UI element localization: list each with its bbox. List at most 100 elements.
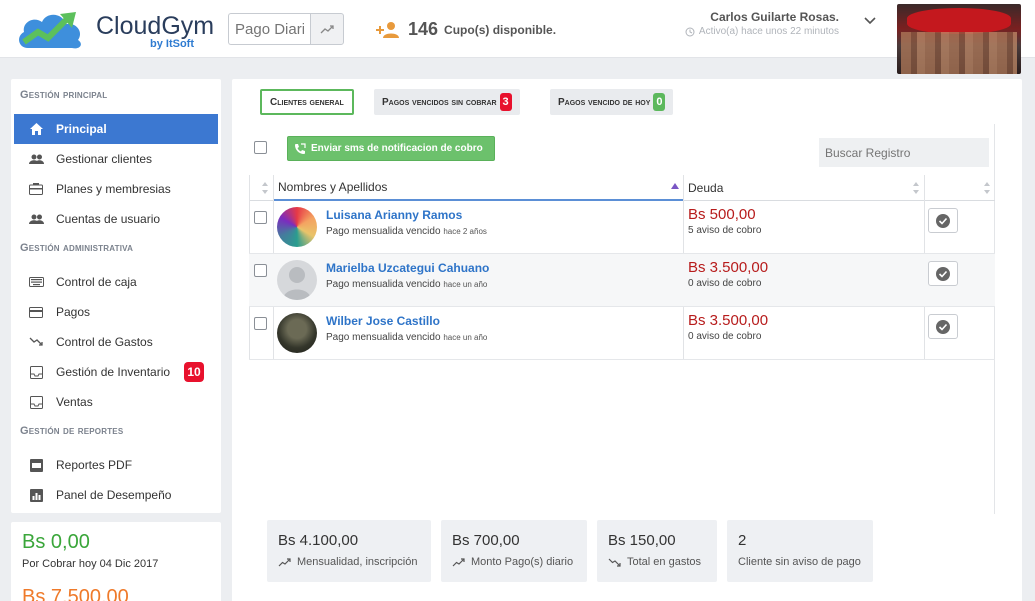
check-circle-icon [936, 213, 950, 228]
sidebar-item-inventario[interactable]: Gestión de Inventario 10 [14, 357, 218, 387]
table-row[interactable]: Luisana Arianny Ramos Pago mensualida ve… [249, 201, 995, 254]
stat-value: 2 [738, 532, 747, 549]
sidebar-item-label: Gestión de Inventario [56, 365, 171, 379]
brand-logo[interactable]: CloudGym by ItSoft [14, 4, 214, 52]
header-nombres[interactable]: Nombres y Apellidos [273, 175, 683, 201]
debt-amount: Bs 500,00 [688, 206, 756, 223]
pago-search-input[interactable] [228, 13, 310, 45]
section-title-principal: Gestión principal [20, 89, 108, 101]
user-name[interactable]: Carlos Guilarte Rosas. [710, 10, 839, 24]
status-text: Pago mensualida vencido [326, 279, 441, 290]
trend-up-icon [278, 557, 291, 566]
notice-count: 0 aviso de cobro [688, 331, 762, 342]
status-text: Pago mensualida vencido [326, 226, 441, 237]
sidebar-item-pagos[interactable]: Pagos [14, 297, 218, 327]
stat-label: Cliente sin aviso de pago [738, 556, 861, 568]
sidebar-item-label: Control de Gastos [56, 335, 153, 349]
sort-icon [913, 182, 919, 194]
send-sms-button[interactable]: Enviar sms de notificacion de cobro [287, 136, 495, 161]
status-text: Pago mensualida vencido [326, 332, 441, 343]
client-name[interactable]: Marielba Uzcategui Cahuano [326, 261, 489, 275]
por-cobrar-label: Por Cobrar hoy 04 Dic 2017 [22, 558, 159, 570]
header-actions[interactable] [924, 175, 995, 201]
section-title-admin: Gestión administrativa [20, 242, 134, 254]
row-checkbox[interactable] [254, 317, 267, 330]
sidebar-item-label: Panel de Desempeño [56, 488, 172, 502]
search-button[interactable] [310, 13, 344, 45]
stat-pago-diario: Bs 700,00 Monto Pago(s) diario [441, 520, 587, 582]
top-header: CloudGym by ItSoft 146 Cupo(s) disponibl… [0, 0, 1035, 74]
sidebar-item-label: Cuentas de usuario [56, 212, 161, 226]
notice-count: 0 aviso de cobro [688, 278, 762, 289]
tab-pagos-hoy[interactable]: Pagos vencido de hoy 0 [550, 89, 674, 115]
trend-up-icon [320, 25, 334, 34]
gym-profile-photo[interactable] [897, 4, 1021, 74]
notice-count: 5 aviso de cobro [688, 225, 762, 236]
confirm-payment-button[interactable] [928, 314, 958, 339]
row-checkbox[interactable] [254, 211, 267, 224]
stat-sin-aviso: 2 Cliente sin aviso de pago [727, 520, 873, 582]
status-ago: hace un año [443, 280, 488, 289]
sidebar-item-panel-desempeno[interactable]: Panel de Desempeño [14, 480, 218, 510]
sidebar-item-control-gastos[interactable]: Control de Gastos [14, 327, 218, 357]
column-header: Deuda [688, 180, 724, 195]
tab-pagos-vencidos[interactable]: Pagos vencidos sin cobrar 3 [374, 89, 520, 115]
buscar-registro-input[interactable] [819, 138, 989, 167]
inbox-icon [28, 364, 44, 380]
sidebar-item-principal[interactable]: Principal [14, 114, 218, 144]
check-circle-icon [936, 266, 950, 281]
chevron-down-icon[interactable] [862, 12, 878, 28]
row-checkbox[interactable] [254, 264, 267, 277]
select-all-checkbox[interactable] [254, 141, 267, 154]
send-sms-label: Enviar sms de notificacion de cobro [311, 143, 483, 154]
second-summary-value: Bs 7.500,00 [22, 586, 129, 601]
sidebar-item-planes[interactable]: Planes y membresias [14, 174, 218, 204]
sort-icon [984, 182, 990, 194]
keyboard-icon [28, 274, 44, 290]
sidebar-item-reportes-pdf[interactable]: Reportes PDF [14, 450, 218, 480]
debt-amount: Bs 3.500,00 [688, 312, 769, 329]
table-row[interactable]: Wilber Jose Castillo Pago mensualida ven… [249, 307, 995, 360]
default-user-icon [283, 267, 311, 300]
status-ago: hace 2 años [443, 227, 487, 236]
summary-panel: Bs 0,00 Por Cobrar hoy 04 Dic 2017 Bs 7.… [11, 522, 221, 601]
gym-photo-banner [907, 8, 1011, 34]
tab-count-badge: 3 [499, 93, 512, 111]
sidebar-item-control-caja[interactable]: Control de caja [14, 267, 218, 297]
sidebar-item-gestionar-clientes[interactable]: Gestionar clientes [14, 144, 218, 174]
sidebar-item-cuentas[interactable]: Cuentas de usuario [14, 204, 218, 234]
card-membership-icon [28, 181, 44, 197]
gym-photo-figures [901, 32, 1017, 74]
sort-icon [262, 182, 268, 194]
table-row[interactable]: Marielba Uzcategui Cahuano Pago mensuali… [249, 254, 995, 307]
stat-label: Total en gastos [608, 556, 701, 568]
client-name[interactable]: Luisana Arianny Ramos [326, 208, 462, 222]
stat-label-text: Monto Pago(s) diario [471, 556, 574, 568]
sidebar-item-label: Principal [56, 122, 107, 136]
confirm-payment-button[interactable] [928, 208, 958, 233]
tab-clientes-general[interactable]: Clientes general [260, 89, 354, 115]
users-icon [28, 151, 44, 167]
confirm-payment-button[interactable] [928, 261, 958, 286]
inbox-icon [28, 394, 44, 410]
header-deuda[interactable]: Deuda [683, 175, 924, 201]
client-name[interactable]: Wilber Jose Castillo [326, 314, 440, 328]
trend-down-icon [28, 334, 44, 350]
stat-label-text: Total en gastos [627, 556, 701, 568]
avatar [277, 207, 317, 247]
phone-forward-icon [295, 142, 306, 154]
credit-card-icon [28, 304, 44, 320]
cloud-logo-icon [19, 12, 81, 49]
sidebar-item-ventas[interactable]: Ventas [14, 387, 218, 417]
por-cobrar-value: Bs 0,00 [22, 531, 90, 553]
sidebar-item-label: Pagos [56, 305, 91, 319]
tab-count-badge: 0 [653, 93, 666, 111]
header-select[interactable] [249, 175, 273, 201]
stat-gastos: Bs 150,00 Total en gastos [597, 520, 717, 582]
tab-label: Pagos vencido de hoy [558, 96, 651, 108]
stat-label: Monto Pago(s) diario [452, 556, 573, 568]
users-add-icon [376, 21, 399, 38]
main-panel: Clientes general Pagos vencidos sin cobr… [232, 79, 1022, 601]
stat-value: Bs 700,00 [452, 532, 520, 549]
trend-up-icon [452, 557, 465, 566]
